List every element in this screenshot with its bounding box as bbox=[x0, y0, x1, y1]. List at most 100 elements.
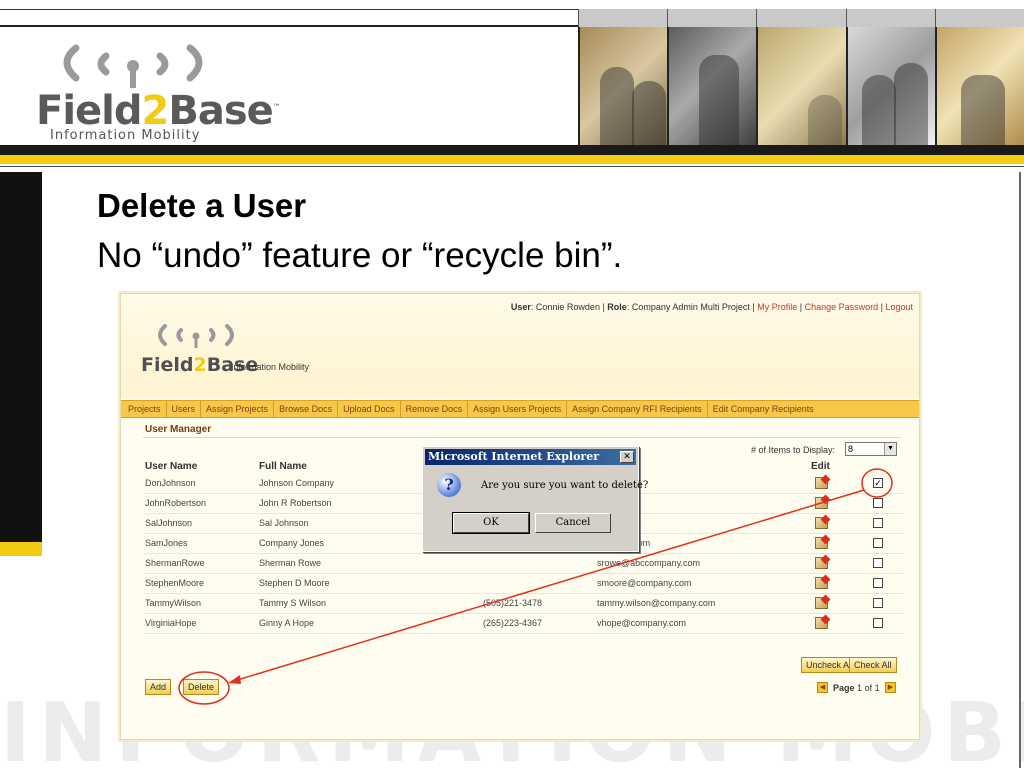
edit-icon[interactable] bbox=[815, 517, 828, 529]
strip-cell bbox=[667, 9, 757, 27]
cell-user-name[interactable]: JohnRobertson bbox=[145, 498, 206, 508]
header-black-band bbox=[0, 145, 1024, 155]
cell-email: srowe@abccompany.com bbox=[597, 558, 701, 568]
strip-cell bbox=[756, 9, 846, 27]
slide-title: Delete a User bbox=[97, 187, 307, 224]
cell-user-name[interactable]: StephenMoore bbox=[145, 578, 204, 588]
user-info-line: User: Connie Rowden | Role: Company Admi… bbox=[510, 302, 913, 312]
table-row: StephenMoore Stephen D Moore smoore@compan… bbox=[143, 574, 903, 594]
nav-upload-docs[interactable]: Upload Docs bbox=[338, 401, 401, 417]
dialog-title-bar: Microsoft Internet Explorer ✕ bbox=[425, 449, 636, 465]
app-logo-tagline: Information Mobility bbox=[231, 362, 310, 372]
cancel-button[interactable]: Cancel bbox=[535, 513, 611, 533]
left-gold-bar bbox=[0, 542, 42, 556]
row-checkbox[interactable] bbox=[873, 558, 883, 568]
pager-text: Page 1 of 1 bbox=[833, 683, 880, 693]
confirm-dialog: Microsoft Internet Explorer ✕ ? Are you … bbox=[422, 446, 648, 552]
table-row: VirginiaHope Ginny A Hope (265)223-4367 vho… bbox=[143, 614, 903, 634]
change-password-link[interactable]: Change Password bbox=[805, 302, 879, 312]
nav-assign-projects[interactable]: Assign Projects bbox=[201, 401, 275, 417]
col-user-name: User Name bbox=[145, 461, 198, 472]
my-profile-link[interactable]: My Profile bbox=[757, 302, 797, 312]
photo-team bbox=[845, 27, 935, 145]
cell-email: tammy.wilson@company.com bbox=[597, 598, 716, 608]
row-checkbox[interactable] bbox=[873, 538, 883, 548]
row-checkbox[interactable]: ✓ bbox=[873, 478, 883, 488]
app-signal-waves-icon bbox=[158, 324, 234, 348]
photo-blueprint bbox=[756, 27, 846, 145]
nav-users[interactable]: Users bbox=[167, 401, 202, 417]
slide-subtitle: No “undo” feature or “recycle bin”. bbox=[97, 236, 623, 275]
cell-user-name[interactable]: SalJohnson bbox=[145, 518, 192, 528]
nav-assign-users-projects[interactable]: Assign Users Projects bbox=[468, 401, 568, 417]
nav-remove-docs[interactable]: Remove Docs bbox=[401, 401, 469, 417]
row-checkbox[interactable] bbox=[873, 498, 883, 508]
section-rule bbox=[143, 437, 901, 438]
cell-phone: (505)221-3478 bbox=[483, 598, 543, 608]
photo-businessman bbox=[667, 27, 757, 145]
edit-icon[interactable] bbox=[815, 557, 828, 569]
row-checkbox[interactable] bbox=[873, 618, 883, 628]
nav-projects[interactable]: Projects bbox=[123, 401, 167, 417]
nav-assign-rfi-recipients[interactable]: Assign Company RFI Recipients bbox=[567, 401, 708, 417]
header-photos bbox=[578, 27, 1024, 145]
cell-full-name: Johnson Company bbox=[259, 478, 335, 488]
col-full-name: Full Name bbox=[259, 461, 307, 472]
strip-cell bbox=[578, 9, 668, 27]
nav-browse-docs[interactable]: Browse Docs bbox=[274, 401, 339, 417]
prev-page-icon[interactable]: ◀ bbox=[817, 682, 828, 693]
col-edit: Edit bbox=[811, 461, 830, 472]
photo-doctors bbox=[578, 27, 668, 145]
app-navbar: Projects Users Assign Projects Browse Do… bbox=[121, 400, 919, 418]
cell-full-name: Sherman Rowe bbox=[259, 558, 322, 568]
left-black-bar bbox=[0, 172, 42, 542]
row-checkbox[interactable] bbox=[873, 598, 883, 608]
edit-icon[interactable] bbox=[815, 577, 828, 589]
cell-user-name[interactable]: VirginiaHope bbox=[145, 618, 196, 628]
cell-user-name[interactable]: ShermanRowe bbox=[145, 558, 205, 568]
edit-icon[interactable] bbox=[815, 497, 828, 509]
table-row: ShermanRowe Sherman Rowe srowe@abccompany.… bbox=[143, 554, 903, 574]
slide: Field2Base™ Information Mobility Delete … bbox=[0, 0, 1024, 768]
cell-full-name: Company Jones bbox=[259, 538, 325, 548]
app-screenshot: User: Connie Rowden | Role: Company Admi… bbox=[120, 293, 920, 740]
strip-cell bbox=[845, 9, 935, 27]
photo-map-reader bbox=[934, 27, 1024, 145]
cell-user-name[interactable]: TammyWilson bbox=[145, 598, 201, 608]
cell-email: vhope@company.com bbox=[597, 618, 687, 628]
row-checkbox[interactable] bbox=[873, 518, 883, 528]
edit-icon[interactable] bbox=[815, 617, 828, 629]
logout-link[interactable]: Logout bbox=[885, 302, 913, 312]
cell-user-name[interactable]: DonJohnson bbox=[145, 478, 196, 488]
add-button[interactable]: Add bbox=[145, 679, 172, 695]
delete-button[interactable]: Delete bbox=[183, 679, 220, 695]
edit-icon[interactable] bbox=[815, 537, 828, 549]
next-page-icon[interactable]: ▶ bbox=[885, 682, 896, 693]
dialog-message: Are you sure you want to delete? bbox=[481, 480, 649, 491]
cell-email: smoore@company.com bbox=[597, 578, 692, 588]
nav-edit-company-recipients[interactable]: Edit Company Recipients bbox=[708, 401, 819, 417]
edit-icon[interactable] bbox=[815, 597, 828, 609]
close-icon[interactable]: ✕ bbox=[620, 451, 634, 463]
table-row: TammyWilson Tammy S Wilson (505)221-3478 ta… bbox=[143, 594, 903, 614]
edit-icon[interactable] bbox=[815, 477, 828, 489]
row-checkbox[interactable] bbox=[873, 578, 883, 588]
cell-full-name: Tammy S Wilson bbox=[259, 598, 327, 608]
items-to-display-select[interactable]: 8 ▼ bbox=[845, 442, 897, 456]
cell-full-name: Stephen D Moore bbox=[259, 578, 330, 588]
strip-cell bbox=[934, 9, 1024, 27]
header-gold-band bbox=[0, 155, 1024, 164]
section-title: User Manager bbox=[145, 424, 212, 435]
cell-full-name: Sal Johnson bbox=[259, 518, 309, 528]
field2base-logo: Field2Base™ Information Mobility bbox=[36, 40, 281, 143]
cell-full-name: Ginny A Hope bbox=[259, 618, 315, 628]
ok-button[interactable]: OK bbox=[452, 512, 530, 534]
cell-user-name[interactable]: SamJones bbox=[145, 538, 188, 548]
right-rule bbox=[1019, 172, 1021, 768]
question-icon: ? bbox=[437, 473, 461, 497]
dialog-title: Microsoft Internet Explorer bbox=[428, 450, 600, 463]
app-header: User: Connie Rowden | Role: Company Admi… bbox=[121, 294, 919, 398]
check-all-button[interactable]: Check All bbox=[849, 657, 897, 673]
chevron-down-icon: ▼ bbox=[884, 443, 896, 455]
logo-tagline: Information Mobility bbox=[50, 128, 201, 143]
